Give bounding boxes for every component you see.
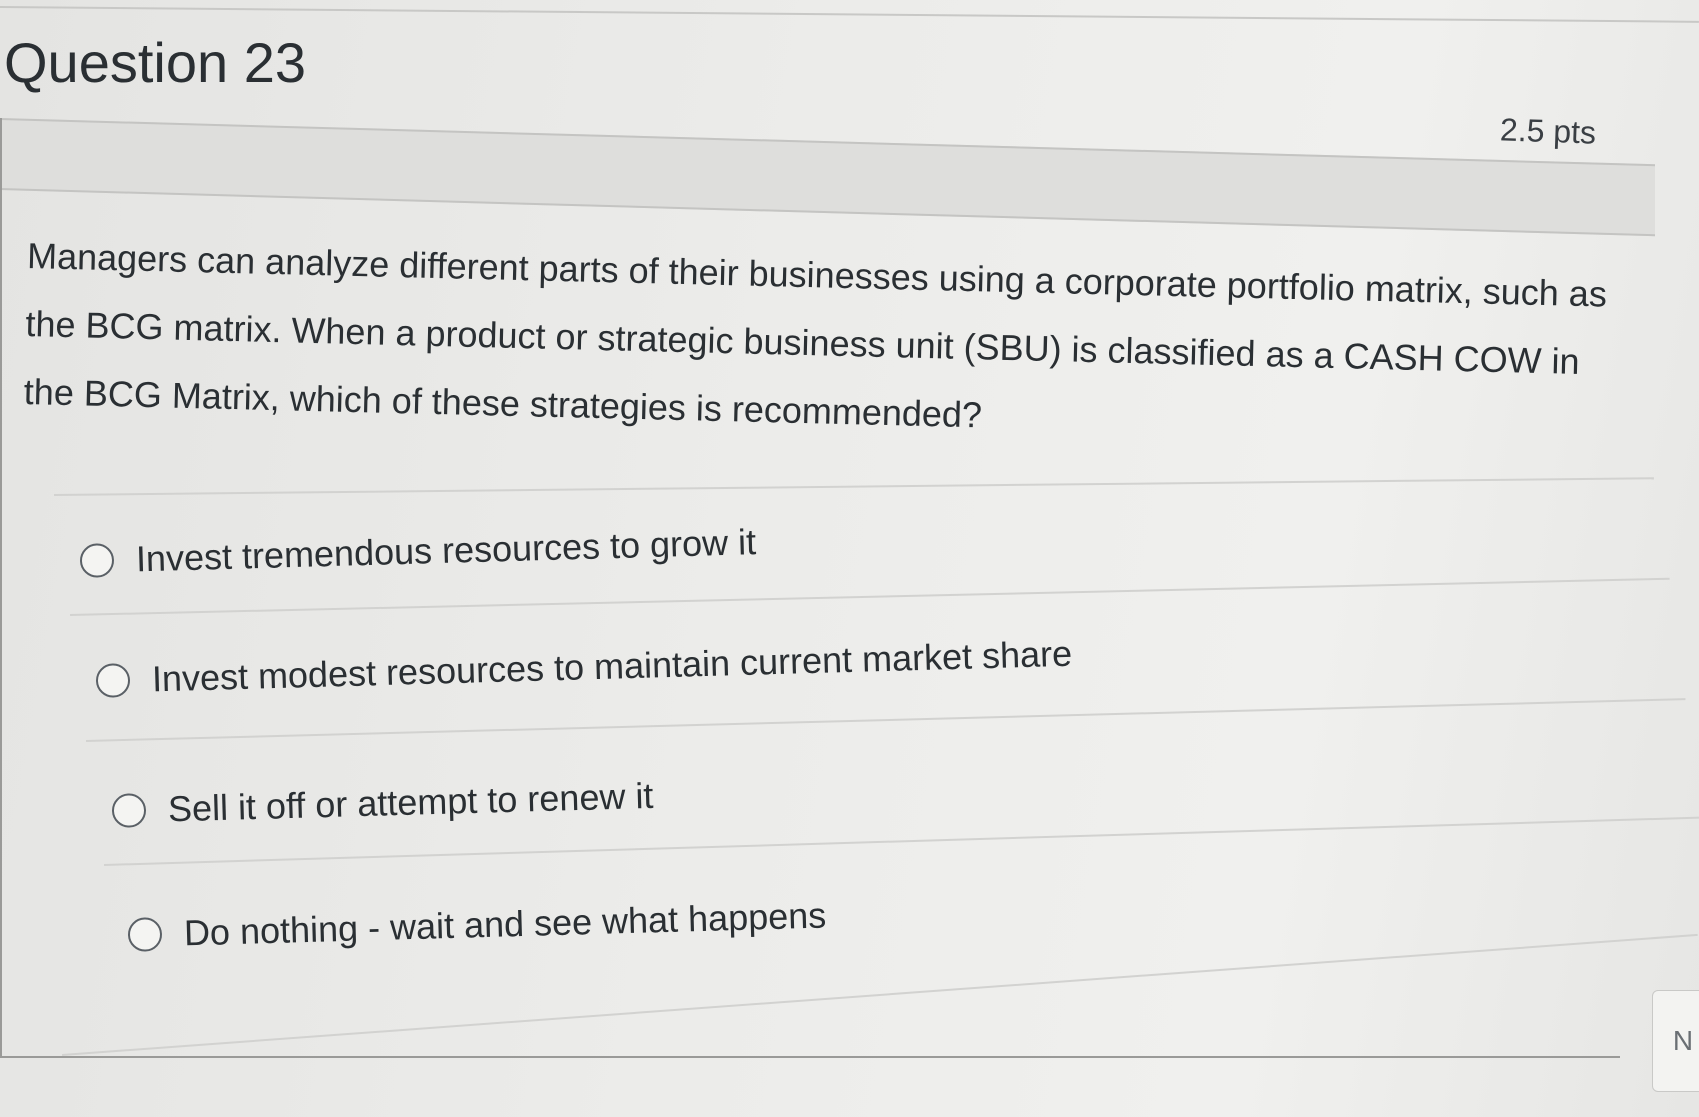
top-divider [0,6,1699,23]
next-button[interactable]: N [1652,990,1699,1092]
screen-background: Question 23 2.5 pts Managers can analyze… [0,0,1699,1117]
question-text: Managers can analyze different parts of … [23,234,1608,436]
radio-button-icon[interactable] [127,917,163,952]
radio-button-icon[interactable] [79,543,115,578]
question-title: Question 23 [4,31,306,94]
radio-button-icon[interactable] [95,663,131,698]
radio-button-icon[interactable] [111,793,147,828]
